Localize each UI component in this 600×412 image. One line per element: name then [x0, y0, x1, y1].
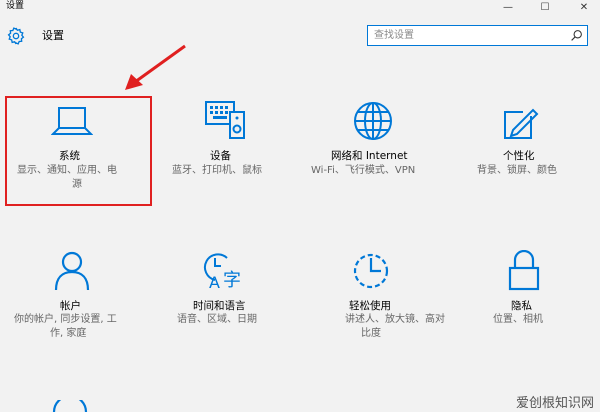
search-box[interactable]: [367, 25, 588, 46]
watermark: 爱创根知识网: [515, 396, 594, 411]
tile-label: 帐户: [60, 300, 81, 312]
close-button[interactable]: ✕: [572, 0, 596, 14]
tile-description: 位置、相机: [493, 314, 543, 325]
svg-text:字: 字: [223, 270, 241, 291]
lock-icon: [508, 250, 540, 291]
tile-description: Wi-Fi、飞行模式、VPN: [311, 165, 416, 176]
tile-personalization[interactable]: 个性化 背景、锁屏、颜色: [477, 104, 600, 224]
tile-label: 设备: [210, 150, 231, 162]
tile-description: 显示、通知、应用、电 源: [17, 165, 117, 190]
maximize-button[interactable]: ☐: [533, 0, 557, 14]
svg-text:A: A: [209, 273, 220, 292]
tile-accounts[interactable]: 帐户 你的帐户, 同步设置, 工 作, 家庭: [14, 250, 154, 370]
gear-icon: [7, 27, 25, 45]
search-input[interactable]: [368, 26, 566, 45]
personalization-icon: [504, 108, 539, 139]
update-security-icon[interactable]: [50, 400, 90, 412]
tile-network[interactable]: 网络和 Internet Wi-Fi、飞行模式、VPN: [311, 100, 451, 220]
person-icon: [54, 251, 90, 291]
tile-label: 系统: [59, 150, 80, 162]
tile-devices[interactable]: 设备 蓝牙、打印机、鼠标: [172, 100, 312, 220]
app-title: 设置: [42, 29, 64, 42]
tile-description: 背景、锁屏、颜色: [477, 165, 557, 176]
window-title: 设置: [6, 1, 25, 11]
time-language-icon: A 字: [203, 253, 241, 292]
tile-description: 蓝牙、打印机、鼠标: [172, 165, 262, 176]
tile-label: 时间和语言: [193, 300, 246, 312]
tile-description: 你的帐户, 同步设置, 工 作, 家庭: [14, 314, 117, 339]
tile-ease-of-access[interactable]: 轻松使用 讲述人、放大镜、高对 比度: [345, 250, 485, 370]
window-title-bar: 设置 — ☐ ✕: [0, 0, 600, 14]
tile-label: 个性化: [503, 150, 535, 162]
tile-description: 讲述人、放大镜、高对 比度: [345, 314, 445, 339]
tile-description: 语音、区域、日期: [177, 314, 257, 325]
tile-time-language[interactable]: A 字 时间和语言 语音、区域、日期: [177, 250, 317, 370]
search-icon[interactable]: [570, 29, 583, 42]
tile-privacy[interactable]: 隐私 位置、相机: [493, 250, 600, 370]
minimize-button[interactable]: —: [496, 0, 520, 14]
globe-icon: [354, 102, 392, 140]
tile-label: 轻松使用: [349, 300, 391, 312]
ease-of-access-icon: [353, 253, 389, 289]
tile-label: 网络和 Internet: [331, 150, 408, 162]
tile-system[interactable]: 系统 显示、通知、应用、电 源: [17, 104, 157, 224]
tile-label: 隐私: [511, 300, 532, 312]
laptop-icon: [51, 107, 93, 135]
devices-icon: [205, 101, 245, 139]
annotation-arrow-icon: [125, 44, 186, 90]
